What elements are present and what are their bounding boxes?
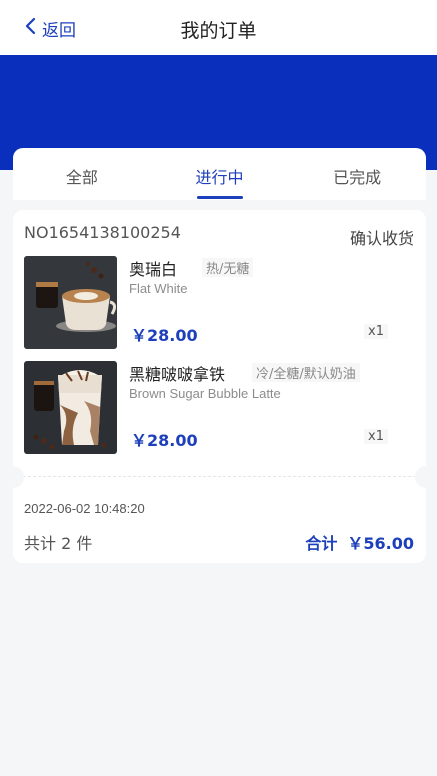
flat-white-coffee-photo xyxy=(24,256,117,349)
item-count: 共计 2 件 xyxy=(24,534,93,553)
item-spec: 冷/全糖/默认奶油 xyxy=(252,363,360,382)
item-name: 奥瑞白 xyxy=(129,260,178,279)
item-quantity: x1 xyxy=(364,324,388,339)
ticket-notch-right xyxy=(415,466,437,488)
tab-all-label: 全部 xyxy=(65,168,98,187)
total-value: ￥56.00 xyxy=(347,534,414,553)
tab-completed[interactable]: 已完成 xyxy=(288,148,426,200)
total-label: 合计 xyxy=(305,534,338,553)
page-title: 我的订单 xyxy=(180,20,257,42)
item-quantity: x1 xyxy=(364,429,388,444)
tab-completed-label: 已完成 xyxy=(333,168,382,187)
tab-in-progress[interactable]: 进行中 xyxy=(151,148,289,200)
item-english-name: Flat White xyxy=(129,281,188,296)
order-status-tabs: 全部 进行中 已完成 xyxy=(13,148,426,200)
item-price: ￥28.00 xyxy=(131,326,198,345)
item-spec: 热/无糖 xyxy=(202,258,254,277)
order-number: NO1654138100254 xyxy=(24,223,181,242)
order-item: 奥瑞白 热/无糖 Flat White ￥28.00 x1 xyxy=(24,256,416,349)
order-total: 合计 ￥56.00 xyxy=(305,530,414,554)
tab-in-progress-label: 进行中 xyxy=(195,168,244,187)
dashed-divider xyxy=(13,476,426,477)
ticket-notch-left xyxy=(2,466,24,488)
order-card[interactable]: NO1654138100254 确认收货 奥瑞白 热/无糖 Flat White… xyxy=(2,210,437,563)
active-tab-indicator xyxy=(196,196,243,199)
item-english-name: Brown Sugar Bubble Latte xyxy=(129,386,281,401)
navigation-bar: 返回 我的订单 xyxy=(0,0,437,55)
order-item: 黑糖啵啵拿铁 冷/全糖/默认奶油 Brown Sugar Bubble Latt… xyxy=(24,361,416,454)
tab-all[interactable]: 全部 xyxy=(13,148,151,200)
brown-sugar-bubble-latte-photo xyxy=(24,361,117,454)
confirm-receipt-button[interactable]: 确认收货 xyxy=(350,225,414,249)
item-price: ￥28.00 xyxy=(131,431,198,450)
item-name: 黑糖啵啵拿铁 xyxy=(129,365,226,384)
order-time: 2022-06-02 10:48:20 xyxy=(24,501,145,516)
